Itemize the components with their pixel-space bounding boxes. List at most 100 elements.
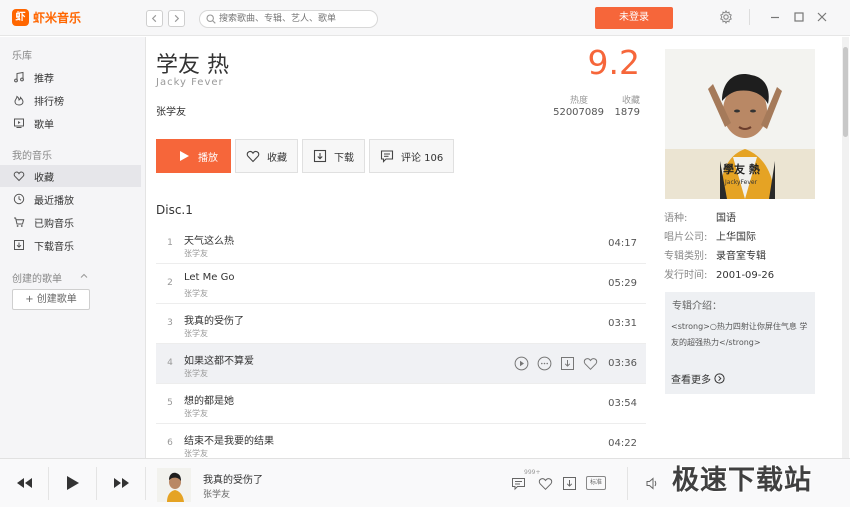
scrollbar[interactable] bbox=[842, 37, 849, 458]
meta-key: 发行时间: bbox=[664, 270, 708, 281]
section-library-title: 乐库 bbox=[12, 51, 32, 62]
app-logo[interactable]: 虾 虾米音乐 bbox=[12, 9, 81, 26]
intro-title: 专辑介绍： bbox=[672, 301, 722, 312]
meta-language: 语种: 国语 bbox=[664, 209, 736, 224]
track-artist[interactable]: 张学友 bbox=[184, 448, 208, 458]
collect-button[interactable]: 收藏 bbox=[235, 139, 298, 173]
forward-button[interactable] bbox=[168, 10, 185, 27]
now-playing-cover[interactable] bbox=[157, 468, 191, 502]
track-duration: 03:31 bbox=[608, 318, 637, 329]
album-title: 学友 热 bbox=[156, 53, 229, 78]
volume-icon[interactable] bbox=[645, 476, 660, 491]
heart-icon[interactable] bbox=[538, 476, 553, 491]
sidebar-item-charts[interactable]: 排行榜 bbox=[0, 89, 141, 111]
sidebar-item-favorites[interactable]: 收藏 bbox=[0, 165, 141, 187]
download-icon[interactable] bbox=[562, 476, 577, 491]
meta-value: 2001-09-26 bbox=[716, 270, 775, 281]
now-playing-title[interactable]: 我真的受伤了 bbox=[203, 471, 263, 486]
login-button[interactable]: 未登录 bbox=[595, 7, 673, 29]
play-button[interactable]: 播放 bbox=[156, 139, 231, 173]
track-number: 2 bbox=[167, 278, 173, 288]
meta-key: 专辑类别: bbox=[664, 251, 708, 262]
create-playlist-button[interactable]: + 创建歌单 bbox=[12, 289, 90, 310]
minimize-icon[interactable] bbox=[768, 10, 782, 24]
scrollbar-thumb[interactable] bbox=[843, 47, 848, 137]
track-title[interactable]: Let Me Go bbox=[184, 272, 234, 283]
playlist-icon bbox=[14, 118, 24, 128]
album-score: 9.2 bbox=[587, 43, 640, 82]
play-circle-icon[interactable] bbox=[514, 356, 529, 371]
comment-icon[interactable] bbox=[511, 476, 526, 491]
view-more-link[interactable]: 查看更多 bbox=[671, 371, 725, 386]
track-title[interactable]: 我真的受伤了 bbox=[184, 312, 244, 327]
sidebar-item-recommend[interactable]: 推荐 bbox=[0, 66, 141, 88]
track-title[interactable]: 想的都是她 bbox=[184, 392, 234, 407]
now-playing-artist[interactable]: 张学友 bbox=[203, 487, 230, 500]
maximize-icon[interactable] bbox=[792, 10, 806, 24]
next-icon[interactable] bbox=[107, 469, 135, 497]
sidebar-item-label: 收藏 bbox=[34, 172, 54, 184]
track-artist[interactable]: 张学友 bbox=[184, 248, 208, 259]
previous-icon[interactable] bbox=[11, 469, 39, 497]
quality-button[interactable]: 标准 bbox=[586, 476, 606, 490]
sidebar-item-purchased[interactable]: 已购音乐 bbox=[0, 211, 141, 233]
table-row[interactable]: 1 天气这么热 张学友 04:17 bbox=[156, 224, 646, 264]
collect-label: 收藏 bbox=[267, 152, 287, 164]
play-icon[interactable] bbox=[58, 469, 86, 497]
track-title[interactable]: 如果这都不算爱 bbox=[184, 352, 254, 367]
meta-value: 录音室专辑 bbox=[716, 251, 766, 262]
sidebar-item-playlists[interactable]: 歌单 bbox=[0, 112, 141, 134]
track-number: 4 bbox=[167, 358, 173, 368]
now-playing-art bbox=[157, 468, 191, 502]
chevron-up-icon[interactable] bbox=[80, 272, 88, 280]
track-title[interactable]: 天气这么热 bbox=[184, 232, 234, 247]
sidebar-item-label: 最近播放 bbox=[34, 195, 74, 207]
search-box[interactable] bbox=[199, 10, 378, 28]
section-my-music-title: 我的音乐 bbox=[12, 151, 52, 162]
sidebar-item-downloads[interactable]: 下载音乐 bbox=[0, 234, 141, 256]
player-divider bbox=[96, 467, 97, 500]
meta-key: 语种: bbox=[664, 213, 688, 224]
section-created-title: 创建的歌单 bbox=[12, 274, 62, 285]
track-artist[interactable]: 张学友 bbox=[184, 368, 208, 379]
search-input[interactable] bbox=[219, 12, 369, 26]
heat-label: 热度 bbox=[569, 96, 588, 106]
comment-button[interactable]: 评论 106 bbox=[369, 139, 455, 173]
settings-gear-icon[interactable] bbox=[719, 10, 733, 24]
more-icon[interactable] bbox=[537, 356, 552, 371]
heart-icon[interactable] bbox=[583, 356, 598, 371]
search-icon bbox=[206, 14, 216, 24]
meta-type: 专辑类别: 录音室专辑 bbox=[664, 247, 766, 262]
player-divider bbox=[627, 467, 628, 500]
table-row[interactable]: 5 想的都是她 张学友 03:54 bbox=[156, 384, 646, 424]
heart-icon bbox=[246, 150, 260, 163]
table-row[interactable]: 3 我真的受伤了 张学友 03:31 bbox=[156, 304, 646, 344]
play-icon bbox=[180, 151, 189, 161]
heart-icon bbox=[13, 171, 25, 182]
download-icon bbox=[313, 149, 327, 163]
back-button[interactable] bbox=[146, 10, 163, 27]
meta-value: 上华国际 bbox=[716, 232, 756, 243]
table-row[interactable]: 2 Let Me Go 张学友 05:29 bbox=[156, 264, 646, 304]
clock-icon bbox=[13, 193, 25, 205]
album-cover[interactable]: 學友 熱 JackyFever bbox=[665, 49, 815, 199]
sidebar-item-recent[interactable]: 最近播放 bbox=[0, 188, 141, 210]
download-icon[interactable] bbox=[560, 356, 575, 371]
close-icon[interactable] bbox=[815, 10, 829, 24]
fire-icon bbox=[14, 95, 24, 106]
sidebar-item-label: 排行榜 bbox=[34, 96, 64, 108]
track-artist[interactable]: 张学友 bbox=[184, 328, 208, 339]
cart-icon bbox=[14, 217, 25, 227]
download-icon bbox=[14, 240, 24, 250]
track-duration: 03:54 bbox=[608, 398, 637, 409]
sidebar-item-label: 已购音乐 bbox=[34, 218, 74, 230]
table-row[interactable]: 6 结束不是我要的结果 张学友 04:22 bbox=[156, 424, 646, 458]
track-title[interactable]: 结束不是我要的结果 bbox=[184, 432, 274, 447]
album-cover-art: 學友 熱 JackyFever bbox=[665, 49, 815, 199]
table-row[interactable]: 4 如果这都不算爱 张学友 03:36 bbox=[156, 344, 646, 384]
download-button[interactable]: 下载 bbox=[302, 139, 365, 173]
track-artist[interactable]: 张学友 bbox=[184, 408, 208, 419]
album-artist[interactable]: 张学友 bbox=[156, 103, 186, 118]
track-artist[interactable]: 张学友 bbox=[184, 288, 208, 299]
track-number: 5 bbox=[167, 398, 173, 408]
